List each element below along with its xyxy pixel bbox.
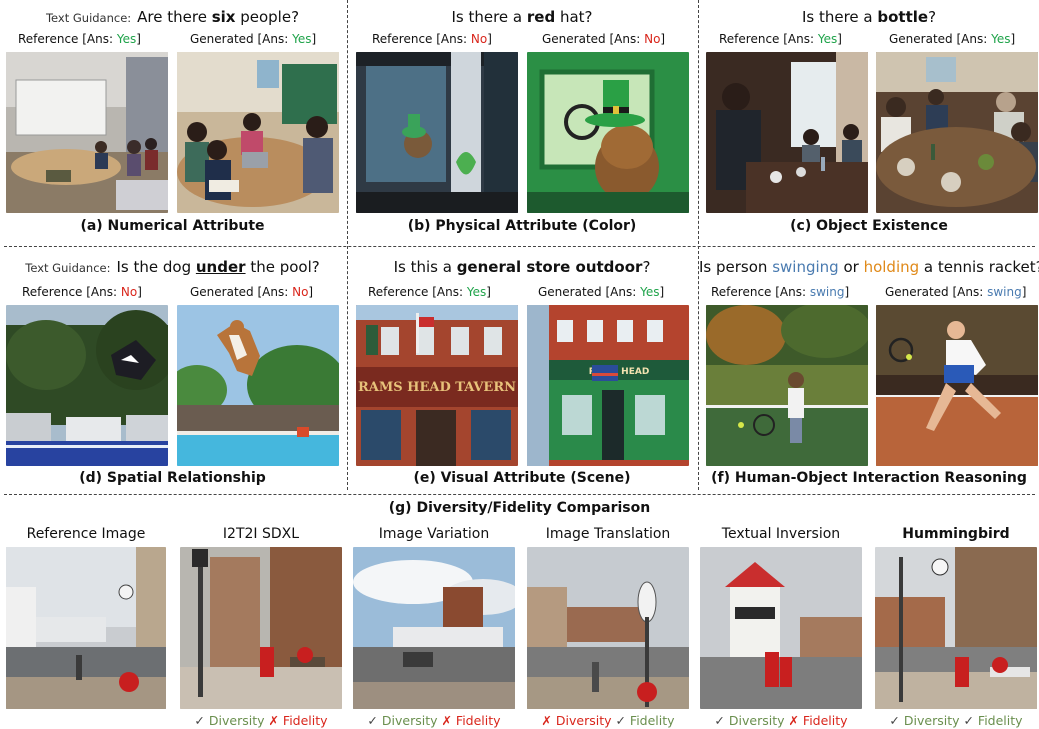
panel-caption: (d) Spatial Relationship	[79, 470, 266, 486]
reference-label: Reference [Ans: swing]	[711, 285, 850, 299]
reference-image-street	[6, 547, 166, 709]
column-header: Image Translation	[545, 526, 671, 542]
evaluation-footer: ✓ Diversity ✗ Fidelity	[367, 713, 501, 728]
generated-image-tavern: RAMS HEAD	[527, 305, 689, 466]
column-header: Textual Inversion	[721, 526, 841, 542]
evaluation-footer: ✓ Diversity ✗ Fidelity	[194, 713, 328, 728]
panel-caption: (e) Visual Attribute (Scene)	[413, 470, 631, 486]
reference-image-tennis	[706, 305, 868, 466]
column-header: Hummingbird	[902, 526, 1010, 542]
image-translation-image	[527, 547, 689, 709]
divider	[698, 0, 699, 490]
section-title-diversity-fidelity: (g) Diversity/Fidelity Comparison	[388, 500, 651, 516]
divider	[4, 246, 1035, 247]
panel-physical-attribute: Is there a red hat? Reference [Ans: No] …	[348, 0, 696, 245]
evaluation-footer: ✗ Diversity ✓ Fidelity	[541, 713, 675, 728]
generated-image-tennis	[876, 305, 1038, 466]
reference-label: Reference [Ans: Yes]	[18, 32, 141, 46]
reference-label: Reference [Ans: No]	[22, 285, 142, 299]
i2t2i-sdxl-image	[180, 547, 342, 709]
text-guidance-prefix: Text Guidance:	[25, 261, 111, 275]
divider	[4, 494, 1035, 495]
panel-numerical-attribute: Text Guidance: Are there six people? Refe…	[0, 0, 345, 245]
generated-label: Generated [Ans: Yes]	[889, 32, 1016, 46]
question: Is person swinging or holding a tennis r…	[699, 258, 1039, 276]
reference-label: Reference [Ans: Yes]	[719, 32, 842, 46]
generated-label: Generated [Ans: No]	[190, 285, 314, 299]
image-variation-image	[353, 547, 515, 709]
reference-image-dog-jumping	[6, 305, 168, 466]
generated-label: Generated [Ans: Yes]	[538, 285, 665, 299]
question: Text Guidance: Are there six people?	[45, 8, 300, 26]
column-header: Image Variation	[378, 526, 490, 542]
evaluation-footer: ✓ Diversity ✓ Fidelity	[889, 713, 1023, 728]
question: Is there a bottle?	[801, 8, 937, 26]
question: Is there a red hat?	[451, 8, 593, 26]
generated-image-dog-over-pool	[177, 305, 339, 466]
question: Is this a general store outdoor?	[393, 258, 651, 276]
generated-label: Generated [Ans: Yes]	[190, 32, 317, 46]
panel-caption: (f) Human-Object Interaction Reasoning	[711, 470, 1027, 486]
svg-text:RAMS HEAD TAVERN: RAMS HEAD TAVERN	[358, 380, 516, 395]
textual-inversion-image	[700, 547, 862, 709]
generated-image-classroom	[177, 52, 339, 213]
column-header: Reference Image	[26, 526, 146, 542]
generated-label: Generated [Ans: No]	[542, 32, 666, 46]
column-header: I2T2I SDXL	[222, 526, 300, 542]
evaluation-footer: ✓ Diversity ✗ Fidelity	[714, 713, 848, 728]
panel-visual-attribute-scene: Is this a general store outdoor? Referen…	[348, 252, 696, 497]
panel-caption: (c) Object Existence	[790, 218, 948, 234]
question: Text Guidance: Is the dog under the pool?	[25, 258, 320, 276]
generated-label: Generated [Ans: swing]	[885, 285, 1027, 299]
hummingbird-image	[875, 547, 1037, 709]
panel-object-existence: Is there a bottle? Reference [Ans: Yes] …	[699, 0, 1039, 245]
generated-image-dog-green-hat	[527, 52, 689, 213]
reference-image-classroom	[6, 52, 168, 213]
panel-spatial-relationship: Text Guidance: Is the dog under the pool?…	[0, 252, 345, 497]
panel-human-object-interaction: Is person swinging or holding a tennis r…	[699, 252, 1039, 497]
reference-label: Reference [Ans: Yes]	[368, 285, 491, 299]
panel-caption: (b) Physical Attribute (Color)	[407, 218, 637, 234]
text-guidance-prefix: Text Guidance:	[45, 11, 132, 25]
generated-image-dinner-table	[876, 52, 1038, 213]
panel-caption: (a) Numerical Attribute	[80, 218, 265, 234]
divider	[347, 0, 348, 490]
reference-image-dog-in-truck	[356, 52, 518, 213]
reference-label: Reference [Ans: No]	[372, 32, 492, 46]
reference-image-dinner-table	[706, 52, 868, 213]
reference-image-tavern: RAMS HEAD TAVERN	[356, 305, 518, 466]
